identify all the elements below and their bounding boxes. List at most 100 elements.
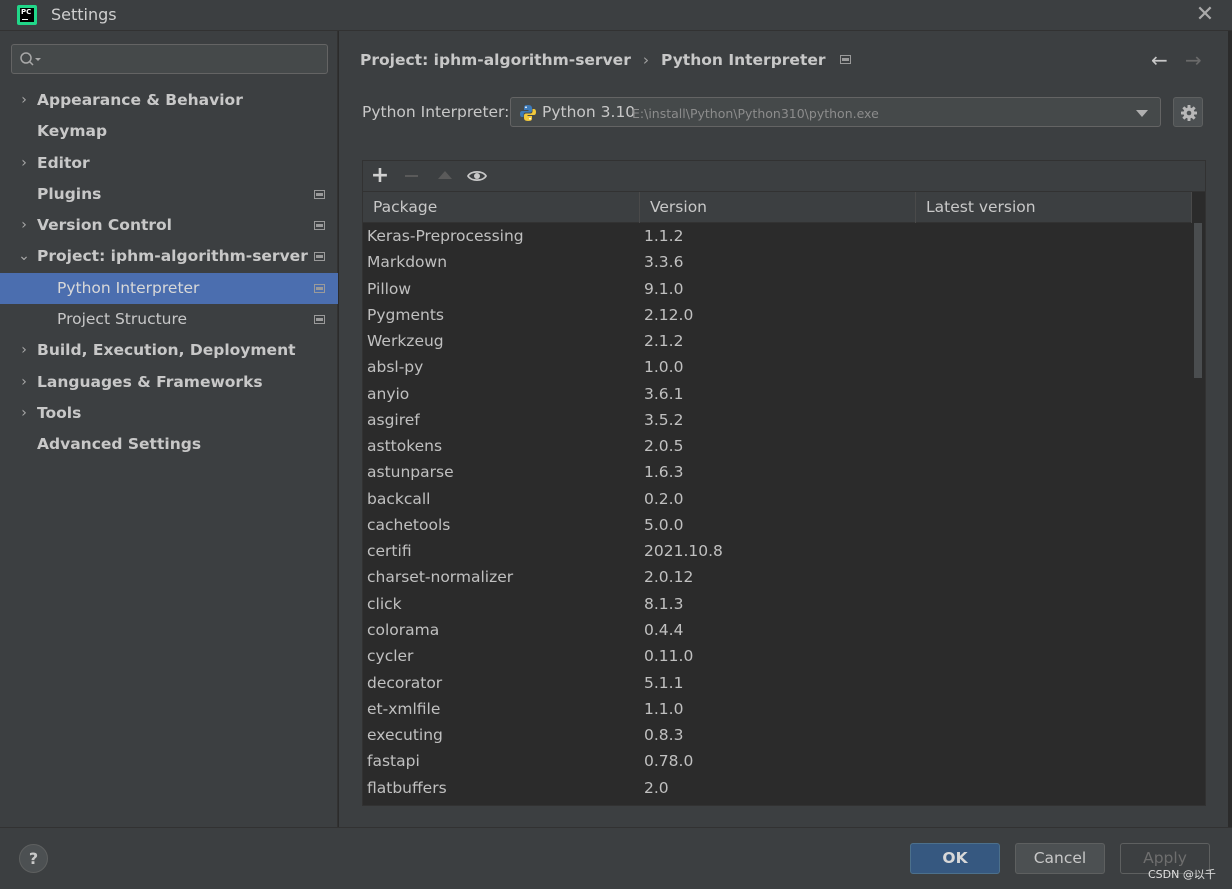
table-row[interactable]: astunparse 1.6.3 xyxy=(363,459,1191,485)
table-row[interactable]: executing 0.8.3 xyxy=(363,722,1191,748)
column-header-version[interactable]: Version xyxy=(640,192,916,223)
table-row[interactable]: asgiref 3.5.2 xyxy=(363,407,1191,433)
chevron-right-icon[interactable]: › xyxy=(17,148,31,179)
table-row[interactable]: fastapi 0.78.0 xyxy=(363,748,1191,774)
add-package-button[interactable]: + xyxy=(368,164,392,188)
show-latest-versions-button[interactable] xyxy=(465,164,489,188)
interpreter-path: E:\install\Python\Python310\python.exe xyxy=(632,106,879,121)
sidebar-item[interactable]: › Tools xyxy=(0,398,338,429)
package-version-cell: 0.78.0 xyxy=(644,752,694,771)
package-name-cell: Markdown xyxy=(367,253,448,272)
main-panel: Project: iphm-algorithm-server › Python In… xyxy=(339,31,1232,827)
close-button[interactable]: ✕ xyxy=(1192,2,1218,28)
table-row[interactable]: Markdown 3.3.6 xyxy=(363,249,1191,275)
pycharm-logo-icon: PC xyxy=(17,5,37,25)
scrollbar-thumb[interactable] xyxy=(1194,223,1202,378)
package-name-cell: decorator xyxy=(367,673,443,692)
interpreter-label: Python Interpreter: xyxy=(362,103,510,121)
table-row[interactable]: Keras-Preprocessing 1.1.2 xyxy=(363,223,1191,249)
table-row[interactable]: cachetools 5.0.0 xyxy=(363,512,1191,538)
table-row[interactable]: colorama 0.4.4 xyxy=(363,617,1191,643)
package-name-cell: executing xyxy=(367,726,443,745)
package-name-cell: et-xmlfile xyxy=(367,699,441,718)
table-row[interactable]: cycler 0.11.0 xyxy=(363,643,1191,669)
gear-icon xyxy=(1181,105,1197,121)
interpreter-dropdown[interactable]: Python 3.10 E:\install\Python\Python310\… xyxy=(510,97,1161,127)
sidebar-item[interactable]: ⌄ Project: iphm-algorithm-server xyxy=(0,241,338,272)
settings-search-input[interactable] xyxy=(50,49,320,69)
cancel-button[interactable]: Cancel xyxy=(1015,843,1105,874)
table-row[interactable]: et-xmlfile 1.1.0 xyxy=(363,696,1191,722)
ok-button[interactable]: OK xyxy=(910,843,1000,874)
sidebar-item-label: Plugins xyxy=(37,184,102,203)
table-row[interactable]: decorator 5.1.1 xyxy=(363,670,1191,696)
package-name-cell: asttokens xyxy=(367,437,443,456)
sidebar-item[interactable]: Advanced Settings xyxy=(0,429,338,460)
python-logo-icon xyxy=(520,105,536,121)
package-version-cell: 0.4.4 xyxy=(644,620,684,639)
table-row[interactable]: anyio 3.6.1 xyxy=(363,381,1191,407)
package-name-cell: Pillow xyxy=(367,279,412,298)
breadcrumb-current: Python Interpreter xyxy=(661,51,826,69)
chevron-right-icon[interactable]: › xyxy=(17,367,31,398)
package-version-cell: 3.5.2 xyxy=(644,410,684,429)
window-title: Settings xyxy=(51,5,117,24)
package-name-cell: astunparse xyxy=(367,463,454,482)
chevron-right-icon[interactable]: › xyxy=(17,85,31,116)
packages-toolbar: + xyxy=(363,161,1205,192)
table-row[interactable]: charset-normalizer 2.0.12 xyxy=(363,564,1191,590)
package-name-cell: absl-py xyxy=(367,358,424,377)
chevron-right-icon[interactable]: › xyxy=(17,335,31,366)
interpreter-settings-button[interactable] xyxy=(1173,97,1203,127)
sidebar-item[interactable]: Keymap xyxy=(0,116,338,147)
sidebar-item[interactable]: › Languages & Frameworks xyxy=(0,367,338,398)
table-row[interactable]: Pygments 2.12.0 xyxy=(363,302,1191,328)
package-name-cell: asgiref xyxy=(367,410,420,429)
sidebar-item[interactable]: Python Interpreter xyxy=(0,272,338,305)
project-scope-icon xyxy=(314,189,325,199)
table-row[interactable]: Pillow 9.1.0 xyxy=(363,276,1191,302)
table-row[interactable]: certifi 2021.10.8 xyxy=(363,538,1191,564)
package-name-cell: anyio xyxy=(367,384,410,403)
sidebar-item[interactable]: › Version Control xyxy=(0,210,338,241)
package-name-cell: Werkzeug xyxy=(367,332,444,351)
settings-sidebar: › Appearance & Behavior Keymap › Editor Plugi… xyxy=(0,31,338,827)
chevron-down-icon[interactable]: ⌄ xyxy=(17,241,31,272)
sidebar-item-label: Advanced Settings xyxy=(37,435,202,454)
forward-arrow-icon[interactable]: → xyxy=(1185,48,1202,72)
sidebar-item[interactable]: Plugins xyxy=(0,179,338,210)
sidebar-item[interactable]: Project Structure xyxy=(0,304,338,335)
breadcrumb: Project: iphm-algorithm-server › Python In… xyxy=(360,51,851,69)
breadcrumb-parent[interactable]: Project: iphm-algorithm-server xyxy=(360,51,631,69)
package-name-cell: colorama xyxy=(367,620,440,639)
column-header-latest-version[interactable]: Latest version xyxy=(916,192,1192,223)
table-row[interactable]: absl-py 1.0.0 xyxy=(363,354,1191,380)
table-row[interactable]: flatbuffers 2.0 xyxy=(363,775,1191,801)
package-name-cell: cycler xyxy=(367,647,414,666)
column-header-package[interactable]: Package xyxy=(363,192,640,223)
package-version-cell: 0.2.0 xyxy=(644,489,684,508)
chevron-right-icon[interactable]: › xyxy=(17,398,31,429)
chevron-right-icon[interactable]: › xyxy=(17,210,31,241)
project-scope-icon xyxy=(314,252,325,262)
table-row[interactable]: click 8.1.3 xyxy=(363,591,1191,617)
table-row[interactable]: backcall 0.2.0 xyxy=(363,486,1191,512)
package-name-cell: fastapi xyxy=(367,752,420,771)
sidebar-item[interactable]: › Build, Execution, Deployment xyxy=(0,335,338,366)
sidebar-item[interactable]: › Editor xyxy=(0,148,338,179)
settings-search-box[interactable] xyxy=(11,44,328,74)
sidebar-item[interactable]: › Appearance & Behavior xyxy=(0,85,338,116)
package-version-cell: 0.8.3 xyxy=(644,726,684,745)
packages-scrollbar[interactable] xyxy=(1193,223,1203,805)
remove-package-button[interactable] xyxy=(400,164,424,188)
package-name-cell: flatbuffers xyxy=(367,778,447,797)
package-version-cell: 3.3.6 xyxy=(644,253,684,272)
back-arrow-icon[interactable]: ← xyxy=(1151,48,1168,72)
table-row[interactable]: Werkzeug 2.1.2 xyxy=(363,328,1191,354)
dialog-footer: ? OK Cancel Apply CSDN @以千 xyxy=(0,827,1232,889)
package-name-cell: certifi xyxy=(367,542,412,561)
help-button[interactable]: ? xyxy=(19,844,48,873)
project-scope-icon xyxy=(314,315,325,325)
table-row[interactable]: asttokens 2.0.5 xyxy=(363,433,1191,459)
upgrade-package-button[interactable] xyxy=(433,164,457,188)
